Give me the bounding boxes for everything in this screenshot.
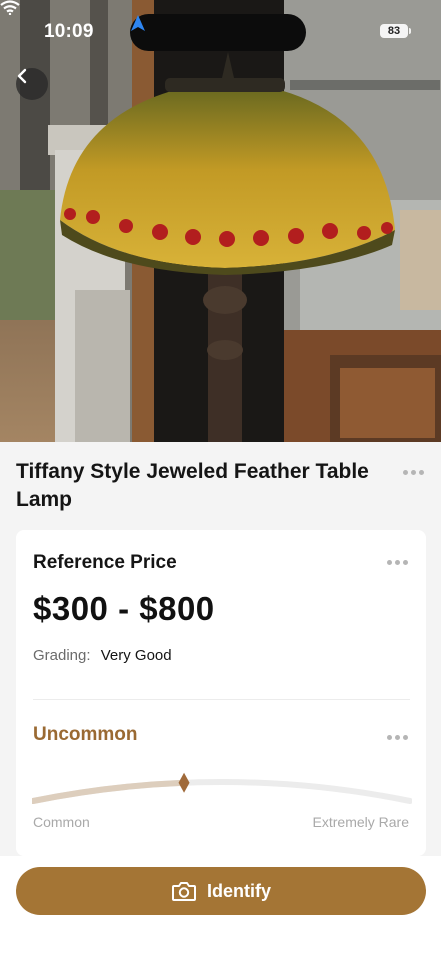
rarity-marker: [178, 772, 190, 793]
item-photo: 10:09 83: [0, 0, 441, 442]
item-title: Tiffany Style Jeweled Feather Table Lamp: [16, 460, 369, 511]
dot: [395, 560, 400, 565]
identify-label: Identify: [206, 880, 271, 901]
dot: [387, 735, 392, 740]
status-bar: 10:09 83: [0, 0, 441, 62]
scale-max-label: Extremely Rare: [312, 814, 409, 830]
item-more-icon[interactable]: [403, 470, 424, 475]
rarity-label: Uncommon: [33, 724, 138, 745]
dot: [403, 735, 408, 740]
price-card: Reference Price $300 - $800 Grading: Ver…: [16, 530, 426, 856]
chevron-left-icon: [17, 68, 27, 84]
back-button[interactable]: [16, 68, 48, 100]
dot: [387, 560, 392, 565]
dot: [419, 470, 424, 475]
price-range: $300 - $800: [33, 590, 215, 627]
dot: [403, 560, 408, 565]
grading-row: Grading: Very Good: [33, 647, 172, 664]
location-arrow-icon: [131, 15, 145, 31]
grading-value: Very Good: [100, 647, 172, 664]
scale-min-label: Common: [33, 814, 90, 830]
price-more-icon[interactable]: [387, 560, 408, 565]
battery-tip: [409, 28, 411, 34]
status-time: 10:09: [44, 21, 94, 42]
battery-icon: 83: [380, 24, 408, 38]
card-divider: [33, 699, 410, 700]
dot: [395, 735, 400, 740]
bottom-bar: Identify: [0, 856, 441, 960]
lamp-photo-illustration: [0, 0, 441, 442]
rarity-scale-fill: [32, 779, 188, 804]
dot: [411, 470, 416, 475]
item-details: Tiffany Style Jeweled Feather Table Lamp…: [0, 442, 441, 856]
dynamic-island: [130, 14, 306, 51]
wifi-icon: [0, 0, 20, 15]
identify-button[interactable]: Identify: [16, 867, 426, 915]
dot: [403, 470, 408, 475]
grading-label: Grading:: [33, 647, 91, 664]
rarity-more-icon[interactable]: [387, 735, 408, 740]
price-card-title: Reference Price: [33, 552, 177, 573]
rarity-scale: [32, 772, 412, 804]
camera-icon: [171, 882, 196, 901]
